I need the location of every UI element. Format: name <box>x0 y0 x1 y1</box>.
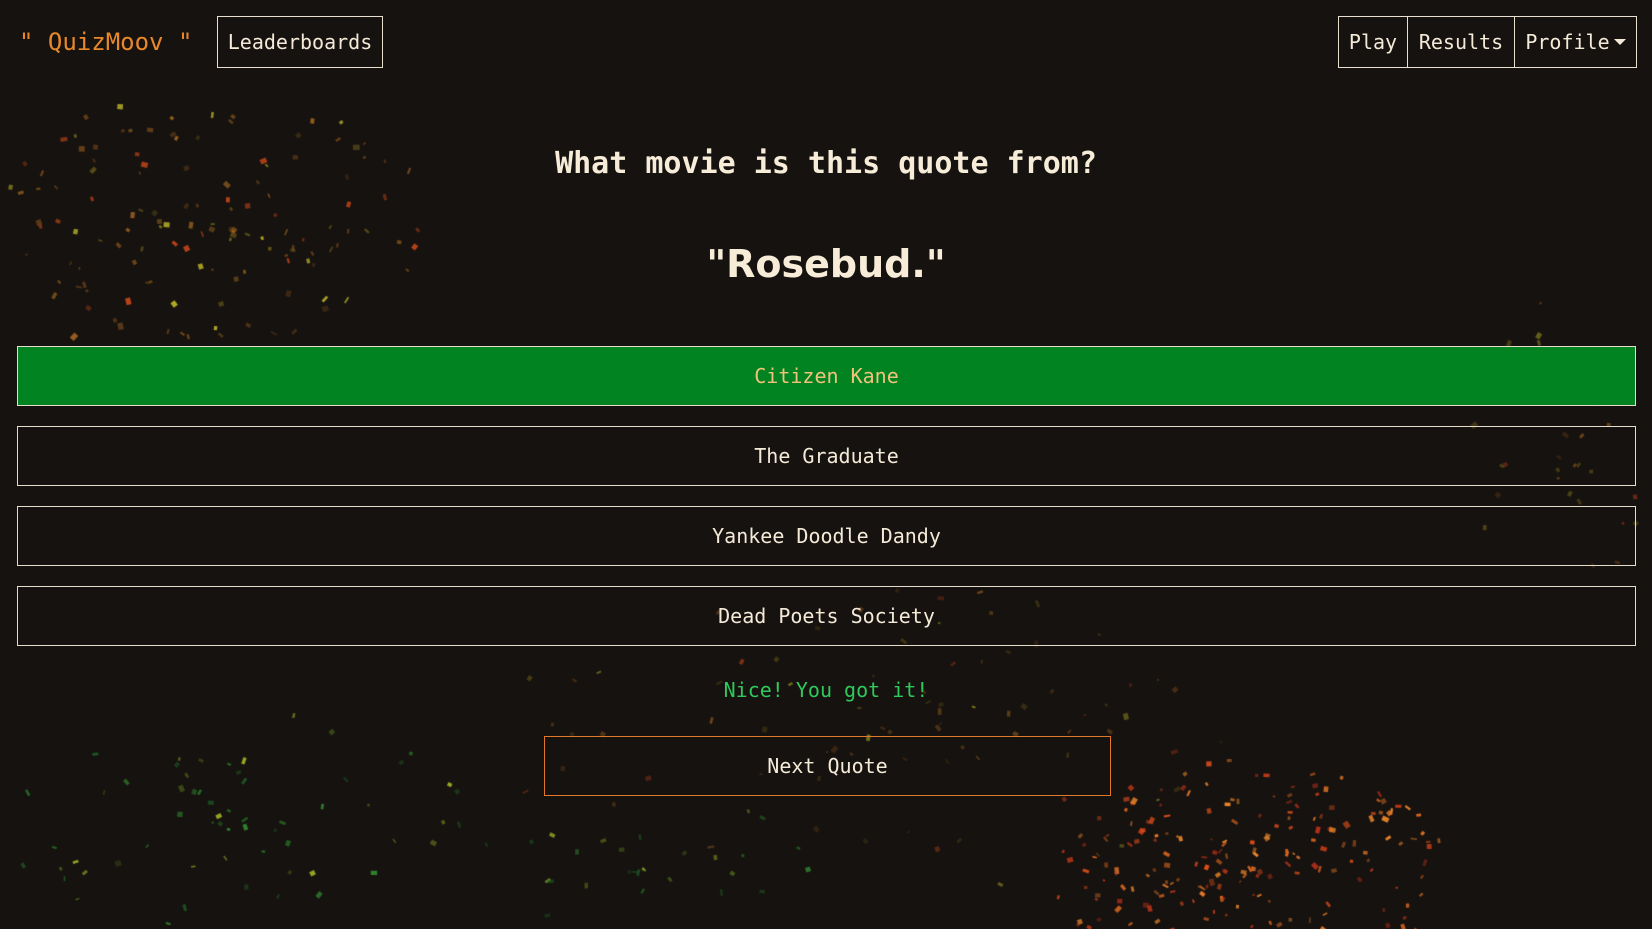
profile-label: Profile <box>1525 30 1610 54</box>
nav-profile-dropdown[interactable]: Profile <box>1514 16 1637 68</box>
answer-option-2[interactable]: The Graduate <box>17 426 1636 486</box>
answer-option-4[interactable]: Dead Poets Society <box>17 586 1636 646</box>
nav-play-button[interactable]: Play <box>1338 16 1408 68</box>
nav-results-button[interactable]: Results <box>1407 16 1515 68</box>
brand-logo[interactable]: " QuizMoov " <box>19 27 192 57</box>
chevron-down-icon <box>1613 39 1626 45</box>
feedback-message: Nice! You got it! <box>723 678 929 702</box>
nav-leaderboards-button[interactable]: Leaderboards <box>217 16 383 68</box>
question-heading: What movie is this quote from? <box>555 146 1097 181</box>
top-navbar: " QuizMoov " Leaderboards Play Results P… <box>0 0 1652 86</box>
next-quote-button[interactable]: Next Quote <box>544 736 1111 796</box>
answer-option-3[interactable]: Yankee Doodle Dandy <box>17 506 1636 566</box>
quote-text: "Rosebud." <box>706 242 946 286</box>
answer-option-1[interactable]: Citizen Kane <box>17 346 1636 406</box>
